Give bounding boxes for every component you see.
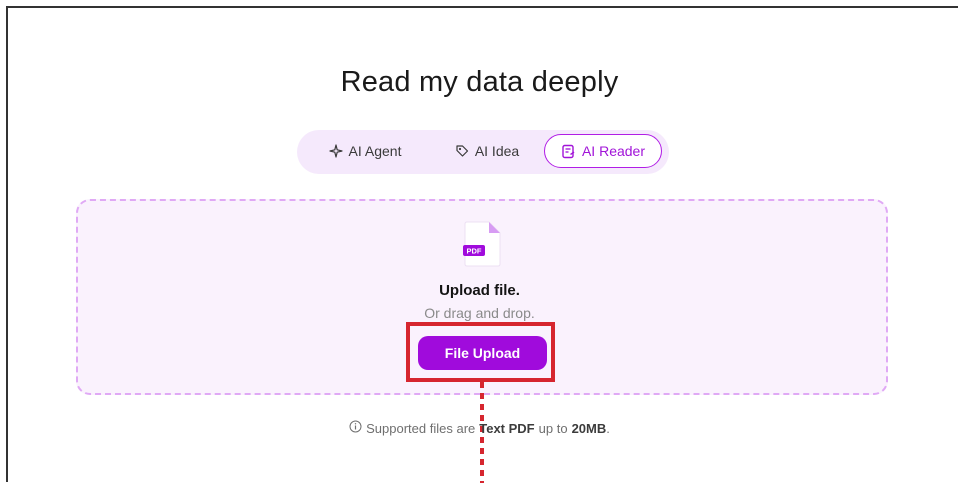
file-upload-button[interactable]: File Upload: [418, 336, 547, 370]
note-middle: up to: [538, 420, 568, 436]
tab-label: AI Agent: [348, 143, 402, 159]
note-file-type: Text PDF: [479, 420, 535, 436]
tab-ai-reader[interactable]: AI Reader: [544, 134, 662, 168]
pdf-badge-text: PDF: [467, 247, 482, 256]
note-prefix: Supported files are: [366, 420, 476, 436]
note-size-limit: 20MB: [571, 420, 607, 436]
note-suffix: .: [606, 420, 610, 436]
reader-doc-icon: [561, 144, 576, 159]
tab-label: AI Reader: [581, 143, 646, 159]
tab-ai-idea[interactable]: AI Idea: [442, 134, 532, 168]
page-title: Read my data deeply: [340, 66, 619, 98]
mode-tab-bar: AI Agent AI Idea AI Reader: [297, 130, 669, 174]
supported-files-note: Supported files are Text PDF up to 20MB.: [0, 420, 959, 436]
info-icon: [349, 420, 362, 436]
tab-ai-agent[interactable]: AI Agent: [315, 134, 415, 168]
upload-title: Upload file.: [439, 282, 520, 299]
upload-subtitle: Or drag and drop.: [424, 305, 535, 321]
sparkle-icon: [328, 144, 343, 158]
tab-label: AI Idea: [474, 143, 520, 159]
pdf-file-icon: PDF: [463, 220, 503, 273]
lightbulb-tag-icon: [455, 144, 469, 158]
